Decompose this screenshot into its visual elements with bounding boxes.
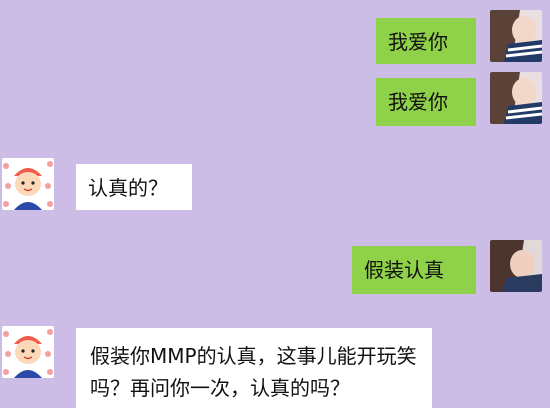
message-row: 我爱你 <box>0 72 550 132</box>
cartoon-boy-avatar[interactable] <box>2 158 54 210</box>
girl-avatar[interactable] <box>490 72 542 124</box>
message-row: 认真的？ <box>0 158 550 218</box>
cartoon-boy-avatar[interactable] <box>2 326 54 378</box>
message-row: 假装你MMP的认真，这事儿能开玩笑吗？再问你一次，认真的吗？ <box>0 326 550 408</box>
message-bubble-sent[interactable]: 我爱你 <box>376 18 476 64</box>
girl-avatar[interactable] <box>490 10 542 62</box>
message-bubble-sent[interactable]: 假装认真 <box>352 246 476 294</box>
message-bubble-received[interactable]: 假装你MMP的认真，这事儿能开玩笑吗？再问你一次，认真的吗？ <box>76 328 432 408</box>
message-bubble-sent[interactable]: 我爱你 <box>376 78 476 126</box>
message-row: 我爱你 <box>0 10 550 70</box>
message-bubble-received[interactable]: 认真的？ <box>76 164 192 210</box>
chat-area: 我爱你 我爱你 认真的？ 假装认真 假装你MMP的认真，这事儿能开玩笑吗？再问你… <box>0 0 550 408</box>
message-row: 假装认真 <box>0 240 550 300</box>
girl-avatar[interactable] <box>490 240 542 292</box>
